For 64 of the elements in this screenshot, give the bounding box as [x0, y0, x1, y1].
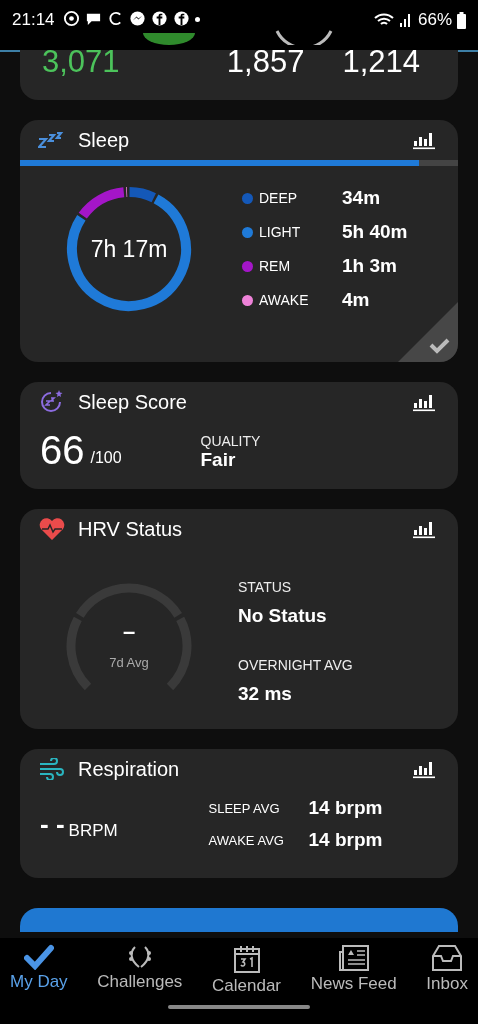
legend-label: REM	[259, 258, 291, 274]
nav-tab[interactable]: Inbox	[420, 944, 474, 996]
status-value: No Status	[238, 605, 328, 627]
card-title: Respiration	[78, 757, 181, 781]
hrv-gauge-label: 7d Avg	[108, 655, 150, 670]
checkmark-corner-icon	[398, 302, 458, 362]
sleep-score-max: /100	[90, 449, 123, 467]
card-title: Sleep	[78, 128, 131, 152]
facebook-icon	[172, 10, 190, 27]
overnight-label: OVERNIGHT AVG	[238, 657, 353, 673]
battery-icon	[457, 11, 466, 29]
checkmark-icon	[23, 944, 54, 970]
card-title: HRV Status	[78, 517, 184, 541]
respiration-value: - -	[40, 808, 65, 840]
quality-value: Fair	[200, 449, 237, 471]
sleep-card[interactable]: Sleep 7h 17m DEEP 34m LIGHT 5h 40m REM 1h 3m AWAKE 4m	[20, 120, 458, 362]
respiration-rate: 14 brpm	[308, 829, 383, 851]
sleep-score-card[interactable]: Sleep Score 66/100 QUALITY Fair	[20, 382, 458, 489]
nav-tab[interactable]: My Day	[4, 944, 74, 996]
summary-value: 3,071	[42, 50, 121, 80]
hrv-gauge-value: –	[121, 619, 137, 645]
stage-duration: 34m	[342, 187, 382, 209]
overnight-value: 32 ms	[238, 683, 293, 705]
bar-chart-icon[interactable]	[412, 759, 436, 779]
respiration-rate: 14 brpm	[308, 797, 383, 819]
sleep-total: 7h 17m	[89, 236, 169, 263]
gauge-drawing	[275, 30, 333, 45]
inbox-icon	[431, 944, 464, 972]
dot-icon	[194, 17, 200, 22]
facebook-icon	[150, 10, 168, 27]
legend-label: AWAKE	[259, 292, 309, 308]
quality-label: QUALITY	[200, 433, 261, 449]
bar-chart-icon[interactable]	[412, 519, 436, 539]
legend-label: DEEP	[259, 190, 298, 206]
stage-duration: 4m	[342, 289, 371, 311]
summary-value: 1,857	[226, 50, 305, 80]
nav-tab[interactable]: Challenges	[91, 944, 189, 996]
hrv-status-card[interactable]: HRV Status – 7d Avg STATUS No Status OVERNIGHT AVG 32 ms	[20, 509, 458, 729]
battery-percent: 66%	[417, 10, 452, 30]
summary-value: 1,214	[342, 50, 420, 80]
status-time: 21:14	[12, 10, 55, 30]
sleep-zzz-icon	[38, 131, 66, 149]
respiration-label: SLEEP AVG	[208, 800, 281, 816]
respiration-label: AWAKE AVG	[208, 832, 285, 848]
signal-icon	[398, 12, 413, 28]
status-label: STATUS	[238, 579, 293, 595]
phone-chat-icon	[62, 10, 80, 27]
wind-icon	[38, 758, 66, 780]
stage-duration: 5h 40m	[342, 221, 408, 243]
stage-duration: 1h 3m	[342, 255, 398, 277]
messenger-icon	[128, 10, 146, 27]
nav-tab[interactable]: Calendar	[206, 944, 288, 996]
respiration-unit: BRPM	[68, 821, 119, 841]
bar-chart-icon[interactable]	[412, 392, 436, 412]
sleep-score-value: 66	[40, 428, 85, 473]
card-title: Sleep Score	[78, 390, 188, 414]
heart-pulse-icon	[38, 517, 66, 541]
legend-label: LIGHT	[259, 224, 301, 240]
gauge-drawing	[143, 33, 195, 45]
calendar-icon	[231, 944, 262, 974]
summary-card[interactable]: 3,071 1,857 1,214	[20, 50, 458, 100]
newspaper-icon	[337, 944, 370, 972]
bar-chart-icon[interactable]	[412, 130, 436, 150]
nav-tab[interactable]: News Feed	[304, 944, 403, 996]
